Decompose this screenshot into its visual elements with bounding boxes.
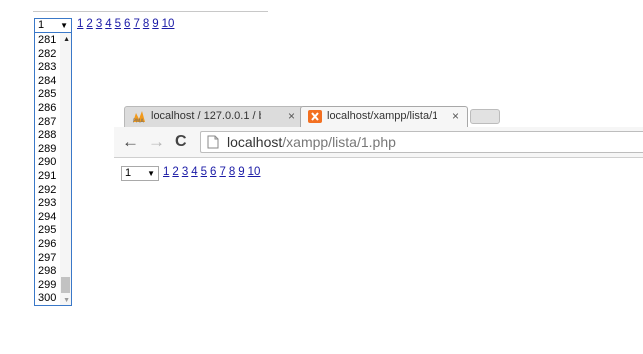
dropdown-option[interactable]: 283 [38, 61, 56, 74]
dropdown-option[interactable]: 287 [38, 116, 56, 129]
page-select[interactable]: 1 ▼ [121, 166, 159, 181]
page-link[interactable]: 1 [77, 18, 83, 30]
page-link[interactable]: 1 [163, 166, 169, 178]
reload-icon[interactable]: C [175, 132, 187, 152]
page-icon [207, 135, 219, 149]
dropdown-option[interactable]: 299 [38, 279, 56, 292]
dropdown-option[interactable]: 282 [38, 48, 56, 61]
url-text: localhost/xampp/lista/1.php [227, 132, 396, 152]
dropdown-option[interactable]: 284 [38, 75, 56, 88]
browser-toolbar: ← → C localhost/xampp/lista/1.php [114, 127, 643, 158]
tab-title: localhost / 127.0.0.1 / bd_ [151, 110, 261, 122]
forward-arrow-icon[interactable]: → [148, 132, 165, 152]
dropdown-option[interactable]: 289 [38, 143, 56, 156]
scroll-up-arrow-icon[interactable]: ▲ [63, 36, 70, 43]
page-link[interactable]: 3 [182, 166, 188, 178]
phpmyadmin-icon: PMA [133, 111, 145, 124]
pagination: 1 2 3 4 5 6 7 8 9 10 [163, 166, 263, 178]
dropdown-option[interactable]: 281 [38, 34, 56, 47]
page-select-value: 1 [125, 167, 132, 179]
dropdown-scrollbar[interactable]: ▲ ▼ [60, 33, 71, 305]
dropdown-option[interactable]: 300 [38, 292, 56, 305]
page-link[interactable]: 2 [172, 166, 178, 178]
page-top-divider [33, 11, 268, 12]
page-link[interactable]: 8 [143, 18, 149, 30]
scrollbar-thumb[interactable] [61, 277, 70, 293]
page-link[interactable]: 2 [86, 18, 92, 30]
url-host: localhost [227, 134, 283, 150]
page-link[interactable]: 9 [238, 166, 244, 178]
close-icon[interactable]: × [288, 107, 295, 126]
page-link[interactable]: 4 [105, 18, 111, 30]
dropdown-arrow-icon: ▼ [147, 169, 155, 178]
page-link[interactable]: 10 [248, 166, 261, 178]
dropdown-option[interactable]: 292 [38, 184, 56, 197]
dropdown-option[interactable]: 291 [38, 170, 56, 183]
page-link[interactable]: 7 [219, 166, 225, 178]
url-path: /xampp/lista/1.php [282, 134, 396, 150]
dropdown-option[interactable]: 290 [38, 156, 56, 169]
page-link[interactable]: 6 [210, 166, 216, 178]
page-link[interactable]: 5 [201, 166, 207, 178]
tab-title: localhost/xampp/lista/1.p [327, 110, 437, 122]
page-link[interactable]: 3 [96, 18, 102, 30]
svg-text:PMA: PMA [133, 119, 144, 124]
select-dropdown-list[interactable]: ▲ ▼ 281 282 283 284 285 286 287 288 289 290 291 292… [34, 33, 72, 306]
new-tab-button[interactable] [470, 109, 500, 124]
close-icon[interactable]: × [452, 107, 459, 126]
page-link[interactable]: 8 [229, 166, 235, 178]
dropdown-option[interactable]: 295 [38, 224, 56, 237]
dropdown-option[interactable]: 294 [38, 211, 56, 224]
dropdown-option[interactable]: 293 [38, 197, 56, 210]
dropdown-option[interactable]: 285 [38, 88, 56, 101]
page-link[interactable]: 4 [191, 166, 197, 178]
page-link[interactable]: 9 [152, 18, 158, 30]
back-arrow-icon[interactable]: ← [122, 132, 139, 152]
address-bar[interactable]: localhost/xampp/lista/1.php [200, 131, 643, 153]
scroll-down-arrow-icon[interactable]: ▼ [63, 297, 70, 304]
pagination: 1 2 3 4 5 6 7 8 9 10 [77, 18, 177, 30]
dropdown-option[interactable]: 288 [38, 129, 56, 142]
page-link[interactable]: 10 [162, 18, 175, 30]
dropdown-option[interactable]: 297 [38, 252, 56, 265]
tab-phpmyadmin[interactable]: PMA localhost / 127.0.0.1 / bd_ × [124, 106, 304, 127]
xampp-icon [308, 110, 322, 123]
dropdown-arrow-icon: ▼ [60, 21, 68, 30]
browser-window: PMA localhost / 127.0.0.1 / bd_ × localh… [114, 104, 643, 354]
tab-lista[interactable]: localhost/xampp/lista/1.p × [300, 106, 468, 127]
dropdown-option[interactable]: 298 [38, 265, 56, 278]
tab-strip: PMA localhost / 127.0.0.1 / bd_ × localh… [114, 104, 643, 127]
page-select[interactable]: 1 ▼ [34, 18, 72, 33]
page-link[interactable]: 5 [115, 18, 121, 30]
page-link[interactable]: 6 [124, 18, 130, 30]
dropdown-option[interactable]: 296 [38, 238, 56, 251]
page-link[interactable]: 7 [133, 18, 139, 30]
dropdown-option[interactable]: 286 [38, 102, 56, 115]
page-select-value: 1 [38, 19, 45, 31]
